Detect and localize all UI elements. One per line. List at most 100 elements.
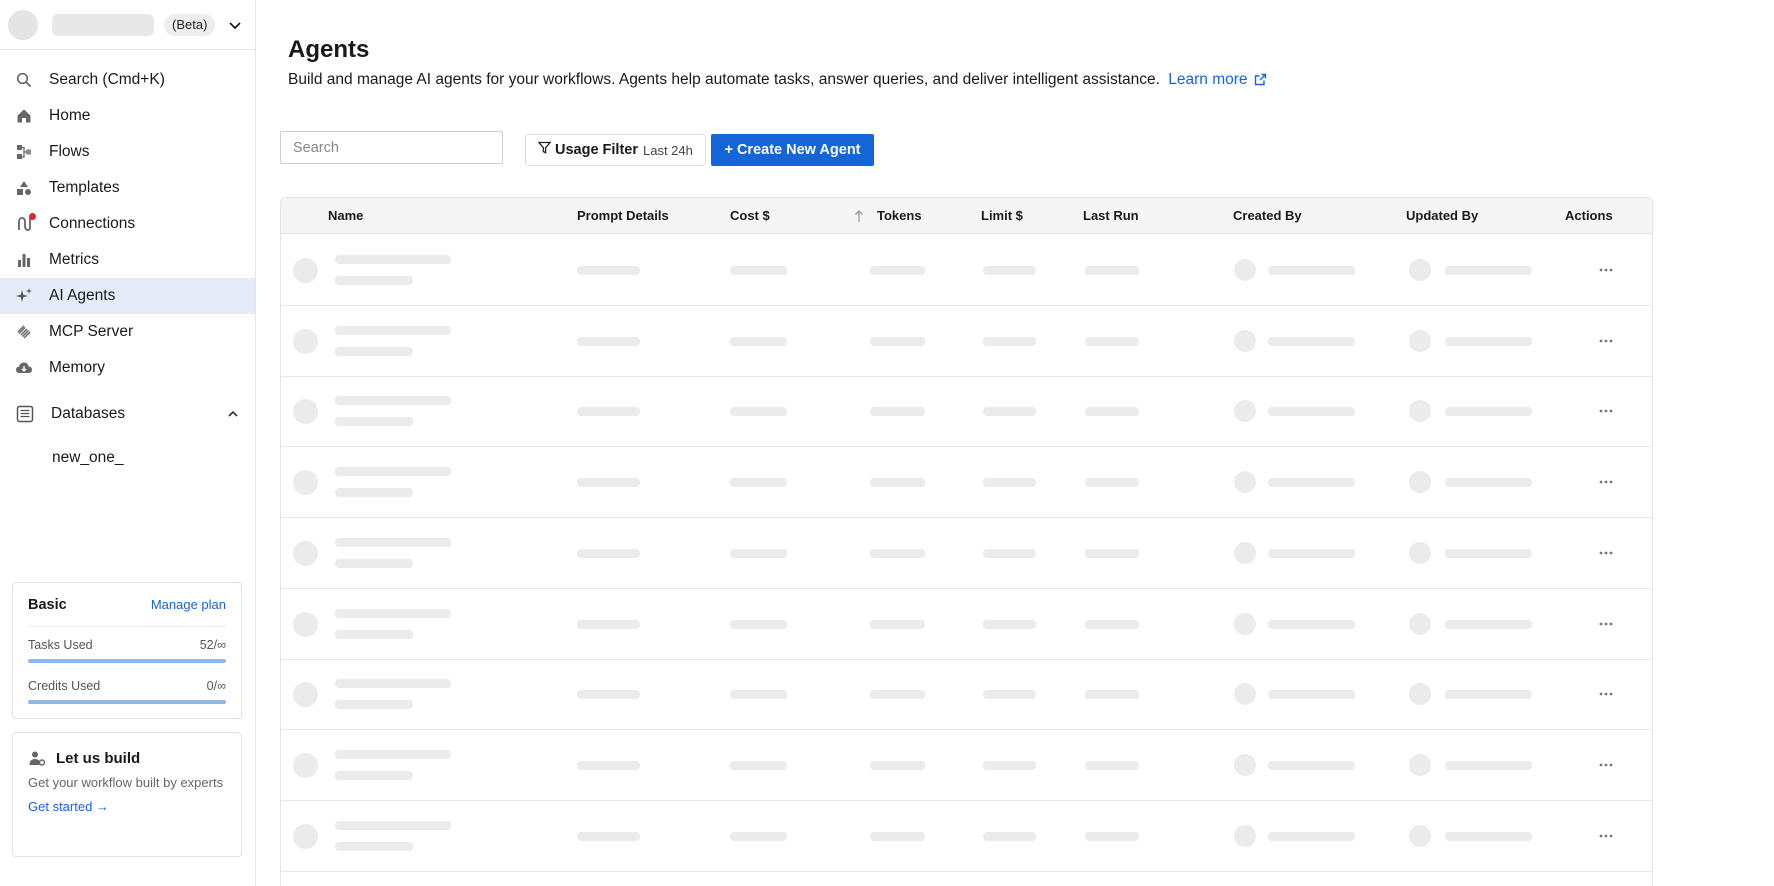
nav-item-mcp-server[interactable]: MCP Server — [0, 314, 255, 350]
tasks-used-value: 52/∞ — [199, 638, 226, 652]
column-header-last-run[interactable]: Last Run — [1083, 198, 1139, 234]
skeleton-updated-by — [1445, 336, 1532, 346]
manage-plan-link[interactable]: Manage plan — [151, 597, 226, 612]
skeleton-created-by — [1268, 407, 1355, 417]
expert-icon — [28, 749, 46, 767]
nav-label: Home — [49, 107, 91, 124]
nav-item-templates[interactable]: Templates — [0, 170, 255, 206]
table-row[interactable] — [281, 306, 1652, 377]
column-header-prompt-details[interactable]: Prompt Details — [577, 198, 669, 234]
cloud-icon — [15, 359, 33, 377]
skeleton-name — [335, 679, 451, 689]
skeleton-tokens — [870, 619, 925, 629]
table-row[interactable] — [281, 730, 1652, 801]
skeleton-cost — [730, 690, 787, 700]
sidebar: (Beta) Search (Cmd+K) Home Flows Templat… — [0, 0, 256, 886]
column-header-updated-by[interactable]: Updated By — [1406, 198, 1478, 234]
skeleton-creator-avatar — [1234, 329, 1256, 352]
nav-item-search[interactable]: Search (Cmd+K) — [0, 62, 255, 98]
skeleton-prompt — [577, 336, 640, 346]
more-options-icon[interactable] — [1595, 683, 1617, 705]
column-header-tokens[interactable]: Tokens — [877, 198, 922, 234]
nav-item-ai-agents[interactable]: AI Agents — [0, 278, 255, 314]
skeleton-created-by — [1268, 336, 1355, 346]
nav-item-home[interactable]: Home — [0, 98, 255, 134]
credits-used-label: Credits Used — [28, 679, 101, 693]
column-header-actions: Actions — [1565, 208, 1613, 223]
search-input[interactable] — [280, 131, 503, 164]
get-started-link[interactable]: Get started → — [28, 799, 109, 814]
skeleton-tokens — [870, 336, 925, 346]
more-options-icon[interactable] — [1595, 259, 1617, 281]
skeleton-updated-by — [1445, 266, 1532, 275]
skeleton-last-run — [1085, 690, 1139, 700]
more-options-icon[interactable] — [1595, 825, 1617, 847]
more-options-icon[interactable] — [1595, 613, 1617, 635]
nav-item-flows[interactable]: Flows — [0, 134, 255, 170]
table-row[interactable] — [281, 235, 1652, 306]
table-row[interactable] — [281, 376, 1652, 448]
table-row[interactable] — [281, 659, 1652, 731]
learn-more-link[interactable]: Learn more — [1168, 71, 1266, 88]
create-agent-button[interactable]: + Create New Agent — [711, 134, 874, 166]
column-header-cost[interactable]: Cost $ — [730, 198, 770, 234]
skeleton-tokens — [870, 548, 925, 558]
column-header-limit[interactable]: Limit $ — [981, 198, 1023, 234]
skeleton-updater-avatar — [1409, 471, 1431, 494]
skeleton-creator-avatar — [1234, 612, 1256, 635]
skeleton-tokens — [870, 407, 925, 417]
nav-item-metrics[interactable]: Metrics — [0, 242, 255, 278]
more-options-icon[interactable] — [1595, 754, 1617, 776]
databases-section-toggle[interactable]: Databases — [0, 394, 255, 434]
more-options-icon[interactable] — [1595, 471, 1617, 493]
column-header-name[interactable]: Name — [328, 198, 363, 234]
build-title: Let us build — [56, 749, 141, 767]
skeleton-name — [335, 255, 451, 264]
skeleton-cost — [730, 336, 787, 346]
skeleton-last-run — [1085, 478, 1139, 488]
skeleton-prompt — [577, 548, 640, 558]
usage-filter-button[interactable]: Usage Filter Last 24h — [525, 134, 706, 166]
skeleton-updater-avatar — [1409, 329, 1431, 352]
nav-item-memory[interactable]: Memory — [0, 350, 255, 386]
skeleton-updated-by — [1445, 619, 1532, 629]
database-item[interactable]: new_one_ — [0, 440, 255, 476]
table-row[interactable] — [281, 518, 1652, 589]
skeleton-tokens — [870, 760, 925, 770]
table-row[interactable] — [281, 447, 1652, 519]
workspace-switcher[interactable]: (Beta) — [0, 0, 255, 50]
skeleton-limit — [983, 760, 1036, 770]
skeleton-avatar — [293, 258, 318, 283]
skeleton-avatar — [293, 752, 318, 778]
more-options-icon[interactable] — [1595, 400, 1617, 422]
more-options-icon[interactable] — [1595, 542, 1617, 564]
sort-ascending-icon[interactable] — [854, 209, 864, 223]
skeleton-created-by — [1268, 478, 1355, 488]
nav-item-connections[interactable]: Connections — [0, 206, 255, 242]
skeleton-cost — [730, 266, 787, 275]
skeleton-prompt — [577, 407, 640, 417]
skeleton-updated-by — [1445, 478, 1532, 488]
table-row[interactable] — [281, 589, 1652, 660]
chevron-down-icon[interactable] — [225, 15, 245, 35]
skeleton-last-run — [1085, 619, 1139, 629]
skeleton-last-run — [1085, 831, 1139, 841]
skeleton-prompt — [577, 478, 640, 488]
nav-label: Metrics — [49, 251, 99, 268]
skeleton-name — [335, 396, 451, 406]
agents-table: Name Prompt Details Cost $ Tokens Limit … — [280, 197, 1653, 886]
table-header: Name Prompt Details Cost $ Tokens Limit … — [281, 198, 1652, 234]
column-header-created-by[interactable]: Created By — [1233, 198, 1302, 234]
skeleton-updater-avatar — [1409, 683, 1431, 706]
skeleton-avatar — [293, 540, 318, 566]
skeleton-subtitle — [335, 558, 413, 568]
table-row[interactable] — [281, 801, 1652, 872]
skeleton-updated-by — [1445, 407, 1532, 417]
skeleton-prompt — [577, 831, 640, 841]
filter-label: Usage Filter — [555, 142, 638, 158]
more-options-icon[interactable] — [1595, 330, 1617, 352]
tasks-progress-bar — [28, 659, 226, 663]
skeleton-limit — [983, 478, 1036, 488]
skeleton-last-run — [1085, 548, 1139, 558]
tasks-used-label: Tasks Used — [28, 638, 93, 652]
